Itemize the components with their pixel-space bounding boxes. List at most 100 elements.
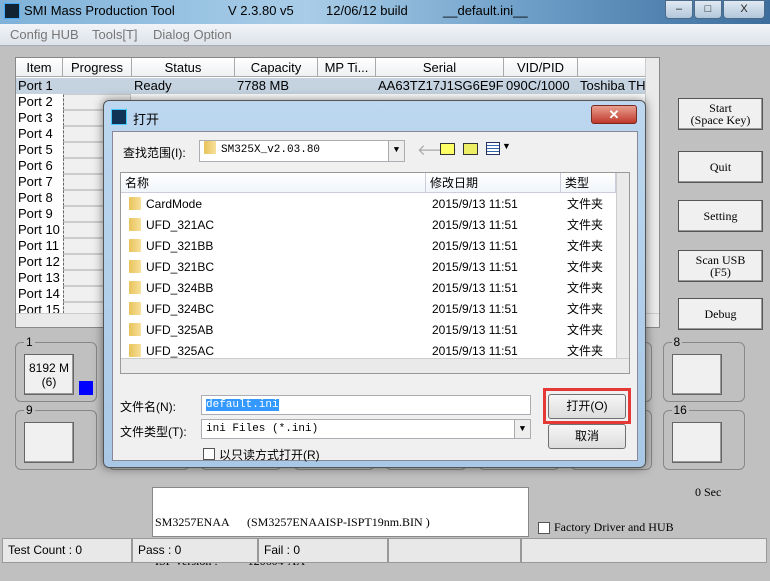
folder-icon xyxy=(129,323,141,336)
column-header[interactable]: Serial xyxy=(376,58,504,77)
table-cell: Port 10 xyxy=(18,222,60,237)
slot-button[interactable] xyxy=(24,422,74,463)
column-header[interactable]: VID/PID xyxy=(504,58,578,77)
column-header[interactable]: MP Ti... xyxy=(318,58,376,77)
vertical-scrollbar[interactable] xyxy=(645,58,659,313)
scan-usb-button[interactable]: Scan USB (F5) xyxy=(678,250,763,282)
readonly-label: 以只读方式打开(R) xyxy=(219,448,320,462)
readonly-checkbox[interactable] xyxy=(203,448,215,460)
file-row[interactable]: UFD_321AC 2015/9/13 11:51 文件夹 xyxy=(121,215,616,236)
up-folder-icon[interactable] xyxy=(440,143,455,155)
file-cell: UFD_321BB xyxy=(129,236,213,257)
status-test-count: Test Count : 0 xyxy=(2,538,132,563)
table-cell: Port 3 xyxy=(18,110,53,125)
factory-checkbox-label: Factory Driver and HUB xyxy=(554,520,674,534)
file-column-header[interactable]: 名称 xyxy=(121,173,426,193)
file-date: 2015/9/13 11:51 xyxy=(432,281,518,295)
ini-label: __default.ini__ xyxy=(443,3,528,18)
file-cell: 2015/9/13 11:51 xyxy=(432,236,518,257)
look-in-select[interactable]: SM325X_v2.03.80 ▼ xyxy=(199,140,405,162)
file-cell: 文件夹 xyxy=(567,320,603,341)
new-folder-icon[interactable] xyxy=(463,143,478,155)
minimize-button[interactable]: – xyxy=(665,0,693,19)
table-cell: Port 8 xyxy=(18,190,53,205)
app-icon xyxy=(4,3,20,19)
folder-icon xyxy=(129,260,141,273)
file-name: UFD_324BB xyxy=(146,281,214,295)
file-row[interactable]: CardMode 2015/9/13 11:51 文件夹 xyxy=(121,194,616,215)
filename-label: 文件名(N): xyxy=(120,400,176,414)
file-cell: 文件夹 xyxy=(567,299,603,320)
view-chevron-icon[interactable]: ▼ xyxy=(502,141,511,151)
close-button[interactable]: X xyxy=(723,0,765,19)
view-menu-icon[interactable] xyxy=(486,142,500,155)
quit-button[interactable]: Quit xyxy=(678,151,763,183)
factory-checkbox[interactable] xyxy=(538,522,550,534)
menu-config-hub[interactable]: Config HUB xyxy=(10,27,79,42)
port-slot-1: 1 8192 M (6) xyxy=(15,335,97,402)
file-cell: 2015/9/13 11:51 xyxy=(432,299,518,320)
filename-input[interactable]: default.ini xyxy=(201,395,531,415)
setting-button[interactable]: Setting xyxy=(678,200,763,232)
file-cell: 文件夹 xyxy=(567,257,603,278)
file-name: UFD_321BB xyxy=(146,239,214,253)
build-label: 12/06/12 build xyxy=(326,3,408,18)
timer-label: 0 Sec xyxy=(695,485,722,499)
file-list: 名称 修改日期 类型 CardMode 2015/9/13 11:51 文件夹 UFD_32… xyxy=(120,172,630,374)
slot-button[interactable] xyxy=(671,354,722,395)
column-header[interactable] xyxy=(578,58,647,77)
file-cell: 2015/9/13 11:51 xyxy=(432,215,518,236)
debug-button[interactable]: Debug xyxy=(678,298,763,330)
file-cell: UFD_321AC xyxy=(129,215,214,236)
menu-tools[interactable]: Tools[T] xyxy=(92,27,138,42)
file-row[interactable]: UFD_321BB 2015/9/13 11:51 文件夹 xyxy=(121,236,616,257)
file-cell: UFD_325AB xyxy=(129,320,213,341)
start-button[interactable]: Start (Space Key) xyxy=(678,98,763,130)
column-header[interactable]: Status xyxy=(132,58,235,77)
file-name: UFD_325AC xyxy=(146,344,215,358)
dialog-body: 查找范围(I): SM325X_v2.03.80 ▼ 🡐 ▼ 名称 修改日期 类型 C… xyxy=(112,131,638,462)
table-row[interactable]: Port 1 Ready 7788 MB AA63TZ17J1SG6E9F 090C/1… xyxy=(16,78,646,94)
file-type: 文件夹 xyxy=(567,197,604,211)
table-cell: Port 9 xyxy=(18,206,53,221)
port-slot-16: 16 xyxy=(662,403,745,470)
chevron-down-icon[interactable]: ▼ xyxy=(388,141,404,161)
file-list-vscrollbar[interactable] xyxy=(616,173,629,358)
table-cell: Ready xyxy=(134,78,172,93)
open-button[interactable]: 打开(O) xyxy=(548,394,626,419)
cancel-button[interactable]: 取消 xyxy=(548,424,626,449)
file-row[interactable]: UFD_324BB 2015/9/13 11:51 文件夹 xyxy=(121,278,616,299)
slot-button[interactable] xyxy=(671,422,722,463)
filetype-select[interactable]: ini Files (*.ini) ▼ xyxy=(201,419,531,439)
slot-button[interactable]: 8192 M (6) xyxy=(24,354,74,395)
column-header[interactable]: Capacity xyxy=(235,58,318,77)
file-column-header[interactable]: 类型 xyxy=(561,173,616,193)
file-name: CardMode xyxy=(146,197,203,211)
file-type: 文件夹 xyxy=(567,323,604,337)
folder-icon xyxy=(129,197,141,210)
file-row[interactable]: UFD_325AB 2015/9/13 11:51 文件夹 xyxy=(121,320,616,341)
table-cell xyxy=(318,78,375,94)
menu-dialog-option[interactable]: Dialog Option xyxy=(153,27,232,42)
file-cell: 文件夹 xyxy=(567,278,603,299)
info-line-1: SM3257ENAA (SM3257ENAAISP-ISPT19nm.BIN ) xyxy=(155,515,430,529)
file-row[interactable]: UFD_321BC 2015/9/13 11:51 文件夹 xyxy=(121,257,616,278)
maximize-button[interactable]: □ xyxy=(694,0,722,19)
chevron-down-icon[interactable]: ▼ xyxy=(514,420,530,438)
file-list-hscrollbar[interactable] xyxy=(121,358,629,373)
column-header[interactable]: Progress xyxy=(63,58,132,77)
file-row[interactable]: UFD_324BC 2015/9/13 11:51 文件夹 xyxy=(121,299,616,320)
status-panel-4 xyxy=(388,538,521,563)
file-column-header[interactable]: 修改日期 xyxy=(426,173,561,193)
table-cell: Port 5 xyxy=(18,142,53,157)
dialog-close-button[interactable]: ✕ xyxy=(591,105,637,124)
column-header[interactable]: Item xyxy=(16,58,63,77)
slot-number: 8 xyxy=(671,335,683,349)
table-cell: Port 7 xyxy=(18,174,53,189)
title-bar: SMI Mass Production Tool V 2.3.80 v5 12/… xyxy=(0,0,770,24)
file-date: 2015/9/13 11:51 xyxy=(432,260,518,274)
folder-icon xyxy=(129,302,141,315)
file-date: 2015/9/13 11:51 xyxy=(432,344,518,358)
slot-number: 1 xyxy=(24,335,35,349)
file-cell: 2015/9/13 11:51 xyxy=(432,278,518,299)
